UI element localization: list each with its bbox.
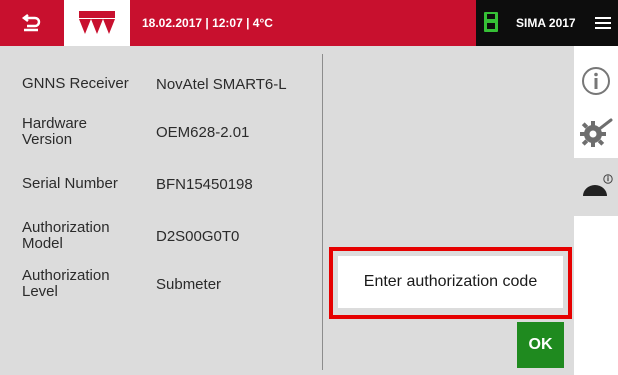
settings-tool-icon: [580, 118, 613, 147]
info-row-authorization-level: Authorization Level Submeter: [22, 264, 221, 304]
app-title: SIMA 2017: [516, 16, 576, 30]
info-label: Hardware Version: [22, 115, 88, 148]
info-value: BFN15450198: [156, 175, 253, 193]
info-label: Authorization Model: [22, 219, 110, 252]
info-value: Submeter: [156, 275, 222, 293]
receiver-info-icon: [583, 174, 613, 196]
info-value: NovAtel SMART6-L: [156, 75, 287, 93]
back-button[interactable]: [0, 0, 62, 46]
info-label: Authorization Level: [22, 267, 110, 300]
info-label: GNNS Receiver: [22, 75, 129, 92]
screen: 18.02.2017 | 12:07 | 4°C SIMA 2017 GNNS …: [0, 0, 618, 375]
info-value: OEM628-2.01: [156, 123, 250, 141]
info-icon: [582, 67, 610, 95]
authorization-code-input[interactable]: [338, 256, 563, 308]
right-sidebar: [574, 46, 618, 375]
ok-button[interactable]: OK: [517, 322, 564, 368]
info-row-gnns-receiver: GNNS Receiver NovAtel SMART6-L: [22, 64, 287, 104]
hamburger-menu-icon[interactable]: [594, 14, 612, 32]
date-time-temperature: 18.02.2017 | 12:07 | 4°C: [142, 16, 273, 30]
sd-card-icon: [484, 12, 498, 32]
receiver-info-panel: GNNS Receiver NovAtel SMART6-L Hardware …: [0, 46, 574, 375]
brand-logo: [64, 0, 130, 46]
info-label: Serial Number: [22, 175, 118, 192]
top-bar: 18.02.2017 | 12:07 | 4°C SIMA 2017: [0, 0, 618, 46]
tab-info[interactable]: [574, 52, 618, 110]
info-row-authorization-model: Authorization Model D2S00G0T0: [22, 216, 239, 256]
info-value: D2S00G0T0: [156, 227, 240, 245]
triple-triangle-logo-icon: [79, 11, 115, 34]
info-row-serial-number: Serial Number BFN15450198: [22, 164, 253, 204]
tab-receiver-info[interactable]: [574, 158, 618, 216]
column-divider: [322, 54, 323, 370]
info-row-hardware-version: Hardware Version OEM628-2.01: [22, 112, 249, 152]
tab-settings[interactable]: [574, 104, 618, 162]
back-arrow-icon: [21, 14, 41, 32]
